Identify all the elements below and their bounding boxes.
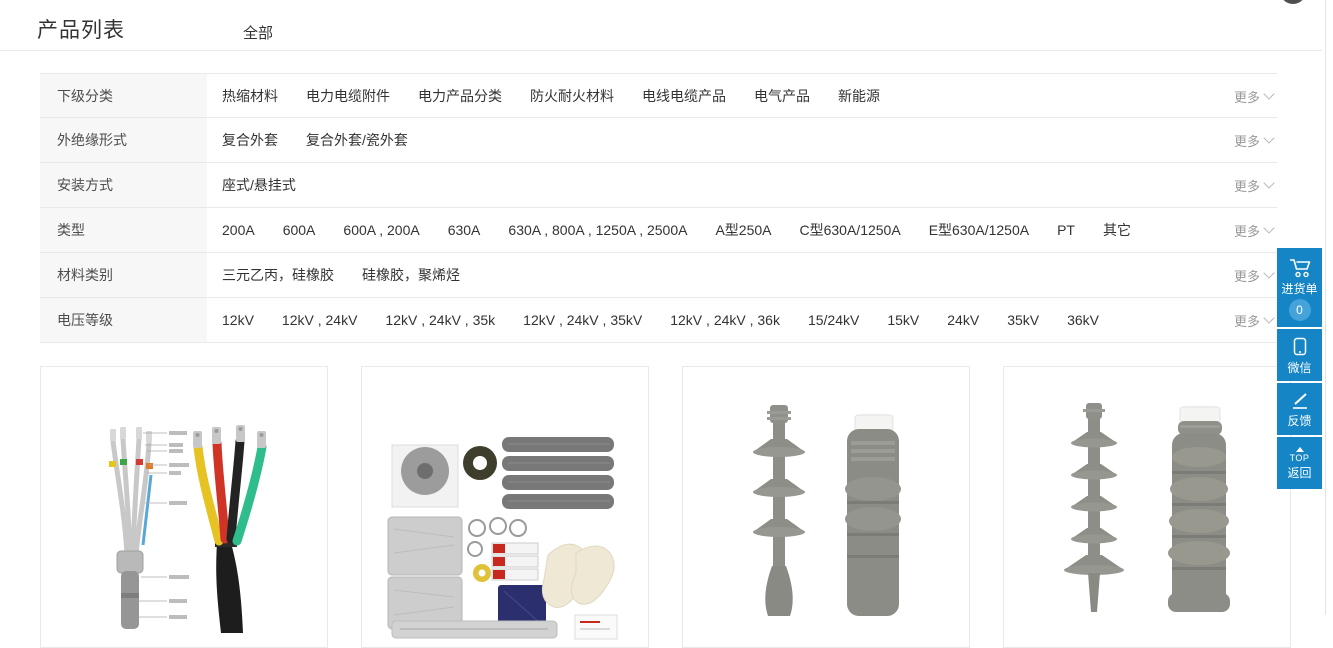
- filter-option[interactable]: 630A , 800A , 1250A , 2500A: [508, 222, 687, 238]
- filter-label: 外绝缘形式: [40, 118, 207, 162]
- filter-option[interactable]: 其它: [1103, 220, 1131, 240]
- avatar[interactable]: [1280, 0, 1306, 4]
- chevron-down-icon: [1263, 132, 1274, 143]
- chevron-down-icon: [1263, 222, 1274, 233]
- filter-option[interactable]: 防火耐火材料: [530, 86, 614, 106]
- filter-option[interactable]: C型630A/1250A: [800, 220, 901, 240]
- filter-label: 下级分类: [40, 74, 207, 117]
- product-card[interactable]: [1003, 366, 1291, 648]
- filter-option[interactable]: 硅橡胶，聚烯烃: [362, 265, 460, 285]
- chevron-down-icon: [1263, 88, 1274, 99]
- more-link[interactable]: 更多: [1234, 163, 1273, 207]
- arrow-up-icon: [1296, 447, 1304, 452]
- pencil-icon: [1290, 392, 1310, 410]
- wechat-label: 微信: [1287, 362, 1311, 374]
- filter-option[interactable]: PT: [1057, 222, 1075, 238]
- filter-label: 电压等级: [40, 298, 207, 342]
- filter-option[interactable]: 新能源: [838, 86, 880, 106]
- filter-option[interactable]: 24kV: [947, 312, 979, 328]
- filter-option[interactable]: A型250A: [715, 220, 771, 240]
- product-card[interactable]: [361, 366, 649, 648]
- filter-options: 热缩材料 电力电缆附件 电力产品分类 防火耐火材料 电线电缆产品 电气产品 新能源: [207, 74, 1277, 117]
- filter-options: 座式/悬挂式: [207, 163, 1277, 207]
- product-card[interactable]: [40, 366, 328, 648]
- filter-option[interactable]: 12kV , 24kV , 35k: [385, 312, 495, 328]
- filter-option[interactable]: 电气产品: [754, 86, 810, 106]
- filter-table: 下级分类热缩材料电力电缆附件电力产品分类防火耐火材料电线电缆产品电气产品新能源更…: [40, 73, 1277, 343]
- filter-option[interactable]: 200A: [222, 222, 255, 238]
- filter-option[interactable]: 630A: [448, 222, 481, 238]
- product-grid: [40, 366, 1291, 648]
- filter-options: 三元乙丙，硅橡胶 硅橡胶，聚烯烃: [207, 253, 1277, 297]
- chevron-down-icon: [1263, 267, 1274, 278]
- filter-row: 安装方式座式/悬挂式 更多: [40, 163, 1277, 208]
- wechat-button[interactable]: 微信: [1277, 329, 1322, 381]
- filter-option[interactable]: 600A: [283, 222, 316, 238]
- filter-label: 材料类别: [40, 253, 207, 297]
- cart-label: 进货单: [1281, 283, 1317, 295]
- filter-option[interactable]: 600A , 200A: [343, 222, 419, 238]
- more-link[interactable]: 更多: [1234, 253, 1273, 297]
- filter-option[interactable]: 电线电缆产品: [642, 86, 726, 106]
- more-link[interactable]: 更多: [1234, 74, 1273, 118]
- product-image-kit-components: [380, 425, 630, 640]
- chevron-down-icon: [1263, 312, 1274, 323]
- chevron-down-icon: [1263, 177, 1274, 188]
- filter-row: 类型 200A 600A 600A , 200A 630A 630A , 800A , 1…: [40, 208, 1277, 253]
- product-card[interactable]: [682, 366, 970, 648]
- product-image-cable-termination: [59, 423, 309, 633]
- filter-row: 电压等级12kV12kV , 24kV12kV , 24kV , 35k12kV…: [40, 298, 1277, 343]
- page-title: 产品列表: [37, 14, 125, 44]
- filter-option[interactable]: 复合外套/瓷外套: [306, 130, 408, 150]
- filter-option[interactable]: 12kV: [222, 312, 254, 328]
- filter-option[interactable]: 35kV: [1007, 312, 1039, 328]
- more-link[interactable]: 更多: [1234, 298, 1273, 342]
- product-image-terminations: [701, 401, 951, 616]
- filter-label: 类型: [40, 208, 207, 252]
- feedback-label: 反馈: [1287, 415, 1311, 427]
- filter-row: 下级分类热缩材料 电力电缆附件 电力产品分类 防火耐火材料 电线电缆产品 电气产品 新能源 更…: [40, 73, 1277, 118]
- scrollbar-track[interactable]: [1325, 0, 1326, 615]
- filter-option[interactable]: 座式/悬挂式: [222, 175, 296, 195]
- filter-options: 复合外套 复合外套/瓷外套: [207, 118, 1277, 162]
- mobile-icon: [1292, 337, 1308, 357]
- filter-option[interactable]: 12kV , 24kV , 35kV: [523, 312, 642, 328]
- filter-option[interactable]: 15kV: [887, 312, 919, 328]
- filter-option[interactable]: 电力产品分类: [418, 86, 502, 106]
- filter-row: 外绝缘形式复合外套 复合外套/瓷外套 更多: [40, 118, 1277, 163]
- filter-option[interactable]: 复合外套: [222, 130, 278, 150]
- filter-label: 安装方式: [40, 163, 207, 207]
- tab-all[interactable]: 全部: [243, 22, 273, 43]
- filter-row: 材料类别三元乙丙，硅橡胶 硅橡胶，聚烯烃 更多: [40, 253, 1277, 298]
- filter-options: 12kV 12kV , 24kV 12kV , 24kV , 35k 12kV , 2…: [207, 298, 1277, 342]
- filter-option[interactable]: 热缩材料: [222, 86, 278, 106]
- top-label: TOP: [1290, 454, 1310, 463]
- filter-option[interactable]: 15/24kV: [808, 312, 859, 328]
- product-image-terminations-tall: [1022, 397, 1272, 612]
- cart-button[interactable]: 进货单 0: [1277, 248, 1322, 327]
- back-to-top-button[interactable]: TOP 返回: [1277, 437, 1322, 489]
- filter-option[interactable]: 36kV: [1067, 312, 1099, 328]
- more-link[interactable]: 更多: [1234, 118, 1273, 162]
- filter-option[interactable]: 12kV , 24kV , 36k: [670, 312, 780, 328]
- cart-icon: [1288, 258, 1312, 278]
- filter-option[interactable]: E型630A/1250A: [929, 220, 1029, 240]
- cart-count-badge: 0: [1289, 299, 1311, 321]
- filter-option[interactable]: 三元乙丙，硅橡胶: [222, 265, 334, 285]
- feedback-button[interactable]: 反馈: [1277, 383, 1322, 435]
- more-link[interactable]: 更多: [1234, 208, 1273, 252]
- filter-option[interactable]: 12kV , 24kV: [282, 312, 358, 328]
- filter-options: 200A 600A 600A , 200A 630A 630A , 800A , 125…: [207, 208, 1277, 252]
- header-divider: [0, 50, 1322, 51]
- filter-option[interactable]: 电力电缆附件: [306, 86, 390, 106]
- back-label: 返回: [1287, 467, 1311, 479]
- floating-action-bar: 进货单 0 微信 反馈 TOP 返回: [1277, 248, 1322, 491]
